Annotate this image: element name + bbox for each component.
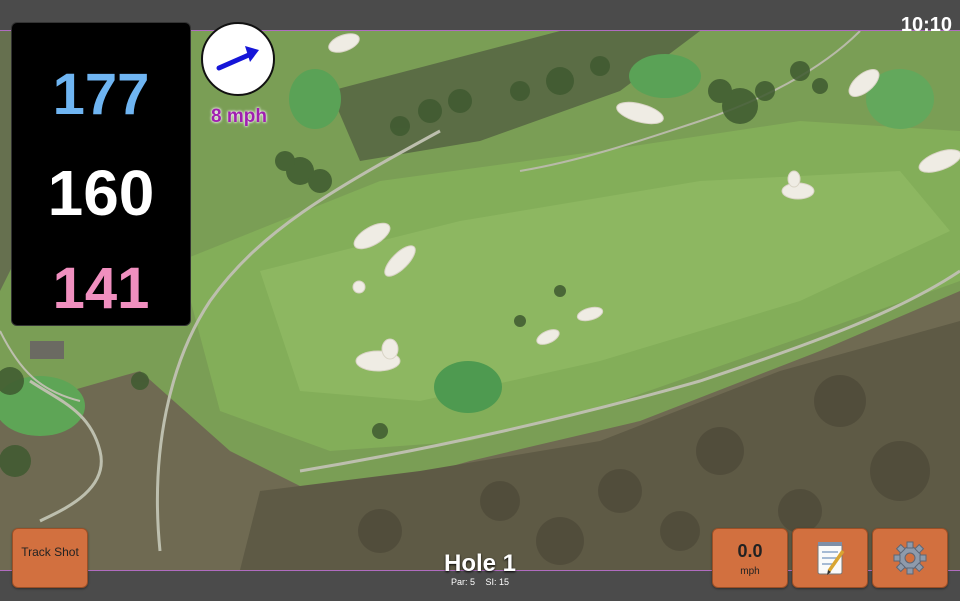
hole-info: Par: 5 SI: 15: [380, 577, 580, 587]
speed-unit: mph: [740, 566, 760, 577]
distance-panel: 177 160 141: [11, 22, 191, 326]
wind-indicator: [201, 22, 275, 96]
settings-button[interactable]: [872, 528, 948, 588]
speed-button[interactable]: 0.0 mph: [712, 528, 788, 588]
speed-value: 0.0: [737, 541, 763, 561]
track-shot-label: Track Shot: [21, 545, 79, 559]
wind-speed: 8 mph: [211, 106, 267, 127]
wind-arrow-icon: [216, 46, 259, 71]
middle-distance: 160: [47, 157, 155, 229]
notepad-icon: [817, 542, 845, 575]
hole-title: Hole 1: [443, 550, 517, 577]
back-distance: 177: [52, 62, 150, 127]
front-distance: 141: [52, 256, 150, 321]
notes-button[interactable]: [792, 528, 868, 588]
gear-icon: [893, 541, 927, 575]
hole-par: Par: 5: [450, 577, 475, 587]
track-shot-button[interactable]: Track Shot: [12, 528, 88, 588]
hole-si: SI: 15: [485, 577, 510, 587]
